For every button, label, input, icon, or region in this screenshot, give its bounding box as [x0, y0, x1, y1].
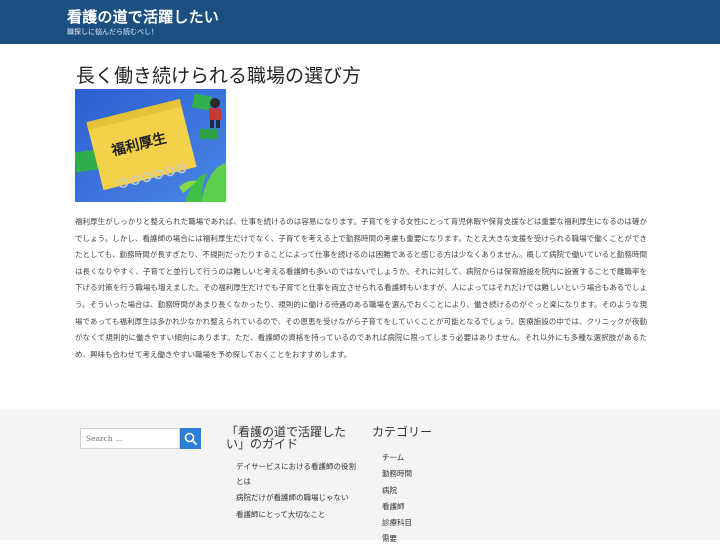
category-widget-title: カテゴリー [372, 425, 433, 439]
post-body: 福利厚生がしっかりと整えられた職場であれば、仕事を続けるのは容易になります。子育… [75, 217, 647, 359]
search-form [80, 428, 201, 449]
guide-link[interactable]: 看護師にとって大切なこと [236, 508, 356, 523]
site-tagline: 職探しに悩んだら読むべし！ [67, 28, 158, 36]
category-link[interactable]: 看護師 [382, 499, 492, 515]
post-title: 長く働き続けられる職場の選び方 [76, 65, 362, 87]
search-input[interactable] [80, 428, 180, 449]
featured-image: 福利厚生 [75, 89, 226, 202]
guide-list: デイサービスにおける看護師の役割とは 病院だけが看護師の職場じゃない 看護師にと… [236, 460, 356, 522]
guide-link[interactable]: デイサービスにおける看護師の役割とは [236, 460, 356, 489]
category-list: チーム 勤務時間 病院 看護師 診療科目 需要 [382, 450, 492, 548]
guide-link[interactable]: 病院だけが看護師の職場じゃない [236, 491, 356, 506]
guide-widget-title: 「看護の道で活躍したい」のガイド [226, 425, 347, 451]
site-header: 看護の道で活躍したい 職探しに悩んだら読むべし！ [0, 0, 720, 44]
category-link[interactable]: 診療科目 [382, 515, 492, 531]
search-button[interactable] [180, 428, 201, 449]
category-widget: カテゴリー チーム 勤務時間 病院 看護師 診療科目 需要 [372, 426, 492, 548]
category-link[interactable]: 勤務時間 [382, 466, 492, 482]
site-title[interactable]: 看護の道で活躍したい [67, 6, 219, 27]
search-icon [184, 432, 197, 445]
guide-widget: 「看護の道で活躍したい」のガイド デイサービスにおける看護師の役割とは 病院だけ… [226, 426, 356, 524]
category-link[interactable]: チーム [382, 450, 492, 466]
category-link[interactable]: 病院 [382, 483, 492, 499]
